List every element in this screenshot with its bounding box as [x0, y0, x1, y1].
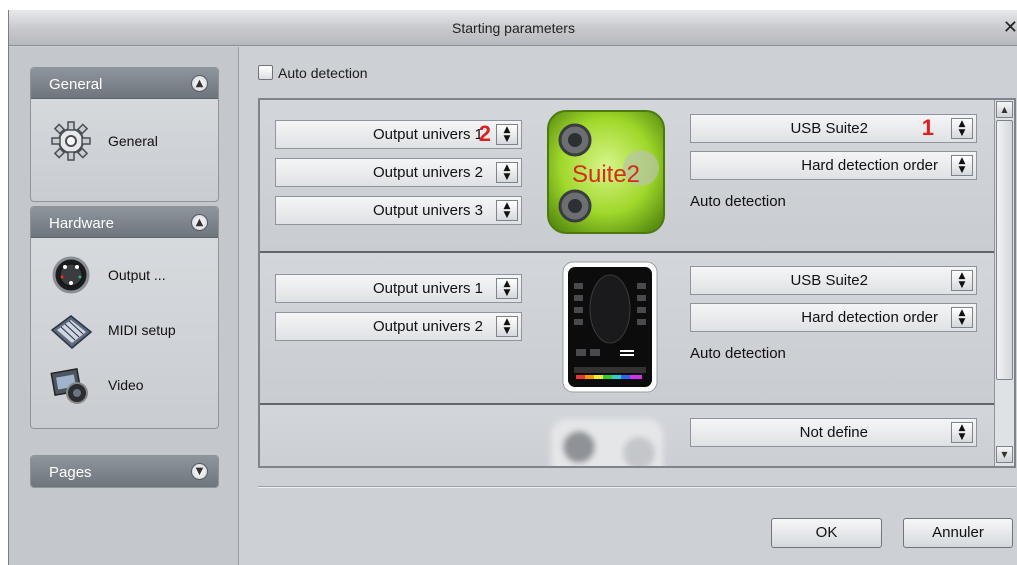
panel-pages-header[interactable]: Pages ▼: [31, 456, 218, 487]
suite2-interface-image: Suite2: [547, 110, 665, 234]
panel-title: General: [49, 76, 103, 93]
device-list: Output univers 1 2 ▲ ▼ Output univers 2 ▲…: [258, 98, 1016, 468]
chevron-up-icon[interactable]: ▲: [191, 75, 208, 92]
sidebar-item-output[interactable]: Output ...: [49, 253, 219, 297]
output-univers-select[interactable]: Output univers 1 2 ▲ ▼: [275, 120, 522, 149]
detection-order-select[interactable]: Hard detection order ▲ ▼: [690, 151, 977, 180]
sidebar-item-midi-setup[interactable]: MIDI setup: [49, 308, 219, 352]
spin-arrows-icon[interactable]: ▲ ▼: [951, 270, 973, 291]
spin-arrows-icon[interactable]: ▲ ▼: [496, 316, 518, 337]
device-status-text: Auto detection: [690, 345, 786, 362]
select-value: USB Suite2: [790, 272, 868, 289]
video-camera-icon: [50, 368, 88, 404]
panel-title: Pages: [49, 464, 92, 481]
output-univers-select[interactable]: Output univers 3 ▲ ▼: [275, 196, 522, 225]
spin-arrows-icon[interactable]: ▲ ▼: [496, 200, 518, 221]
spin-arrows-icon[interactable]: ▲ ▼: [951, 155, 973, 176]
device-row: Not define ▲ ▼: [260, 405, 994, 466]
close-icon[interactable]: ✕: [1003, 17, 1017, 38]
sidebar: General ▲ General Hardware ▲ Output ... …: [9, 47, 239, 565]
panel-general-header[interactable]: General ▲: [31, 68, 218, 99]
starting-parameters-dialog: Starting parameters ✕ General ▲ General …: [8, 10, 1017, 565]
suite2-image-label: Suite2: [572, 161, 640, 188]
spin-arrows-icon[interactable]: ▲ ▼: [496, 278, 518, 299]
device-type-select[interactable]: USB Suite2 ▲ ▼: [690, 266, 977, 295]
spin-arrows-icon[interactable]: ▲ ▼: [951, 422, 973, 443]
sidebar-item-general[interactable]: General: [49, 119, 219, 163]
scrollbar-thumb[interactable]: [996, 120, 1013, 380]
device-row: Output univers 1 2 ▲ ▼ Output univers 2 ▲…: [260, 100, 994, 253]
panel-pages: Pages ▼: [30, 455, 219, 488]
select-value: Output univers 3: [372, 202, 483, 219]
sidebar-item-video[interactable]: Video: [49, 363, 219, 407]
panel-hardware-header[interactable]: Hardware ▲: [31, 207, 218, 238]
spin-arrows-icon[interactable]: ▲ ▼: [496, 162, 518, 183]
device-row: Output univers 1 ▲ ▼ Output univers 2 ▲ ▼: [260, 253, 994, 405]
spin-arrows-icon[interactable]: ▲ ▼: [496, 124, 518, 145]
select-value: Not define: [799, 424, 868, 441]
device-type-select[interactable]: Not define ▲ ▼: [690, 418, 977, 447]
chevron-down-icon[interactable]: ▼: [191, 463, 208, 480]
scroll-down-icon[interactable]: ▼: [996, 446, 1013, 463]
select-value: Hard detection order: [801, 309, 938, 326]
device-status-text: Auto detection: [690, 193, 786, 210]
select-value: Output univers 2: [372, 164, 483, 181]
sidebar-item-label: MIDI setup: [108, 322, 176, 338]
auto-detection-checkbox[interactable]: [258, 65, 273, 80]
spin-arrows-icon[interactable]: ▲ ▼: [951, 307, 973, 328]
sidebar-item-label: Output ...: [108, 267, 166, 283]
detection-order-select[interactable]: Hard detection order ▲ ▼: [690, 303, 977, 332]
blurred-device-image: [551, 419, 663, 466]
auto-detection-label: Auto detection: [278, 65, 368, 81]
select-value: Output univers 1: [372, 280, 483, 297]
panel-title: Hardware: [49, 215, 115, 232]
output-univers-select[interactable]: Output univers 2 ▲ ▼: [275, 158, 522, 187]
select-value: Output univers 1: [372, 126, 483, 143]
output-knob-icon: [52, 256, 90, 294]
scroll-up-icon[interactable]: ▲: [996, 101, 1013, 118]
annotation-badge: 2: [478, 121, 491, 146]
vertical-scrollbar[interactable]: ▲ ▼: [994, 100, 1014, 466]
touch-controller-image: [562, 261, 658, 393]
window-title: Starting parameters: [452, 20, 575, 36]
ok-button[interactable]: OK: [771, 518, 882, 548]
select-value: Output univers 2: [372, 318, 483, 335]
device-type-select[interactable]: USB Suite2 1 ▲ ▼: [690, 114, 977, 143]
title-bar: Starting parameters ✕: [9, 10, 1017, 46]
panel-general: General ▲ General: [30, 67, 219, 202]
sidebar-item-label: General: [108, 133, 158, 149]
sidebar-item-label: Video: [108, 377, 144, 393]
select-value: Hard detection order: [801, 157, 938, 174]
cancel-button[interactable]: Annuler: [903, 518, 1013, 548]
output-univers-select[interactable]: Output univers 2 ▲ ▼: [275, 312, 522, 341]
chevron-up-icon[interactable]: ▲: [191, 214, 208, 231]
select-value: USB Suite2: [790, 120, 868, 137]
output-univers-select[interactable]: Output univers 1 ▲ ▼: [275, 274, 522, 303]
midi-keyboard-icon: [50, 315, 93, 349]
gear-icon: [51, 121, 91, 161]
spin-arrows-icon[interactable]: ▲ ▼: [951, 118, 973, 139]
divider: [258, 486, 1016, 488]
annotation-badge: 1: [921, 115, 934, 140]
panel-hardware: Hardware ▲ Output ... MIDI setup Video: [30, 206, 219, 429]
